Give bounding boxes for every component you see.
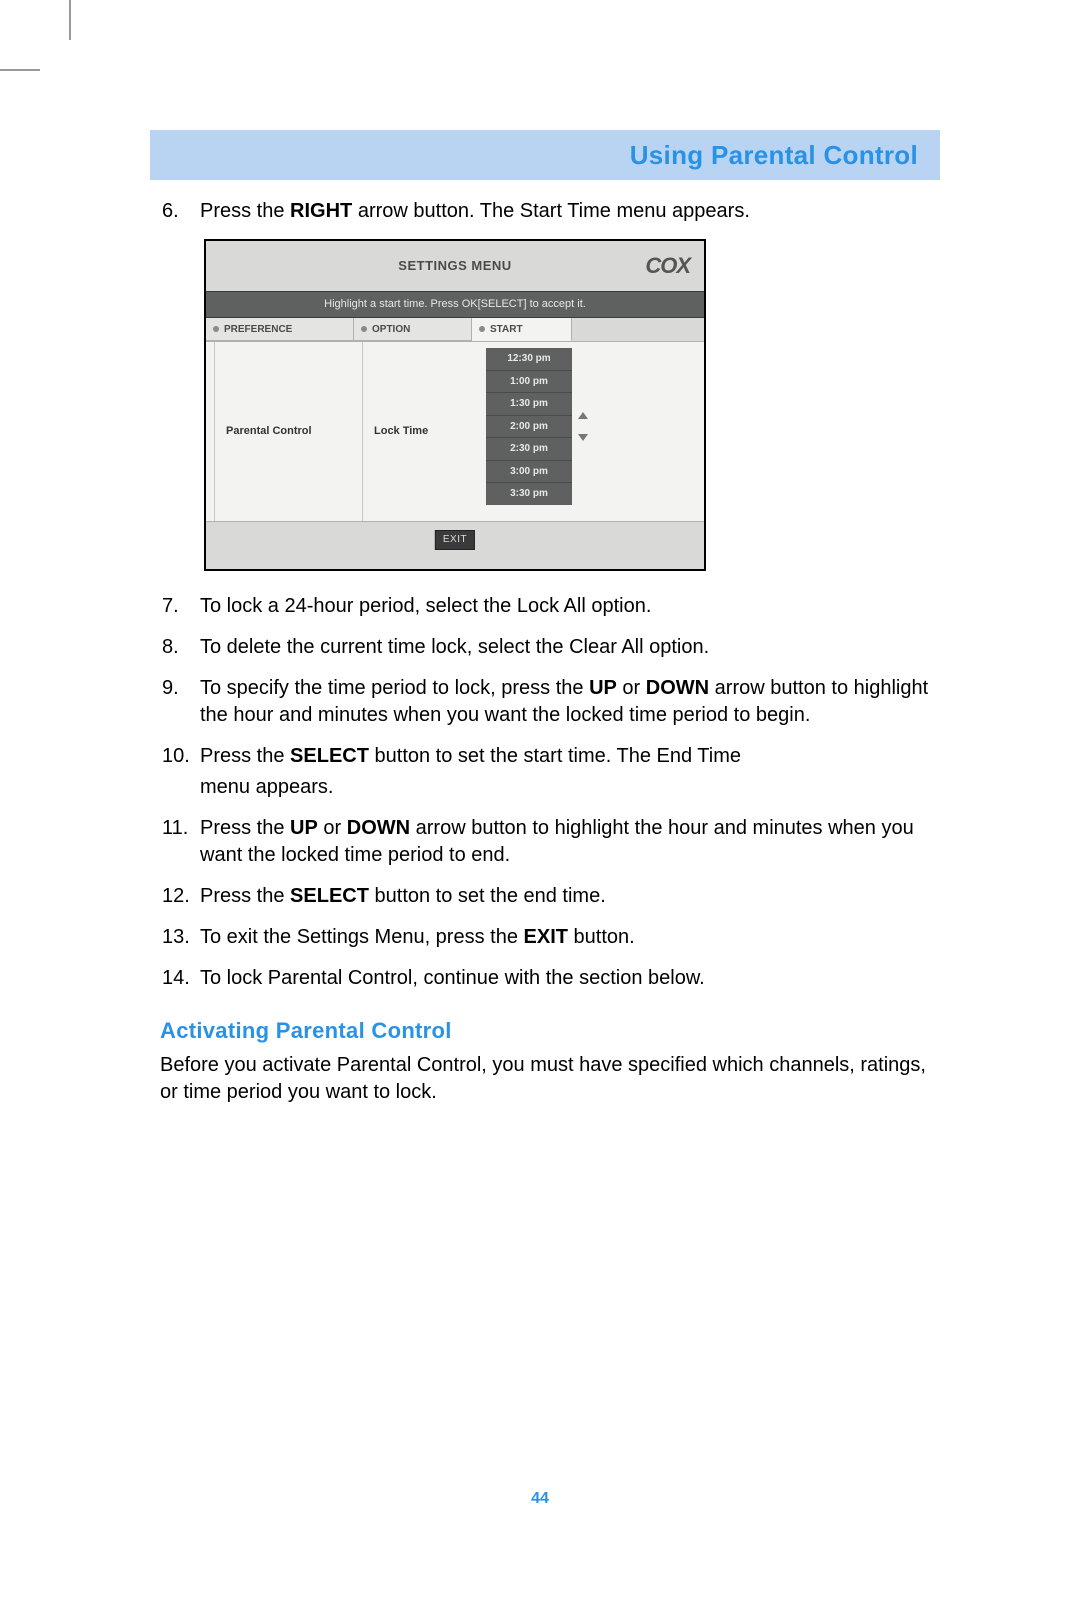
steps-list-top: 6. Press the RIGHT arrow button. The Sta… — [160, 198, 930, 225]
settings-menu-hint: Highlight a start time. Press OK[SELECT]… — [206, 291, 704, 318]
step-text: To lock Parental Control, continue with … — [200, 965, 930, 992]
step-12: 12. Press the SELECT button to set the e… — [160, 883, 930, 910]
section-body: Before you activate Parental Control, yo… — [160, 1052, 930, 1106]
step-number: 9. — [160, 675, 200, 729]
page-number: 44 — [0, 1490, 1080, 1508]
step-text: Press the RIGHT arrow button. The Start … — [200, 198, 930, 225]
time-option: 1:00 pm — [486, 371, 572, 394]
exit-button-label: EXIT — [435, 530, 475, 550]
crop-mark-vertical — [69, 0, 71, 40]
settings-menu-title: SETTINGS MENU — [398, 257, 511, 275]
step-text: To exit the Settings Menu, press the EXI… — [200, 924, 930, 951]
settings-menu-frame: SETTINGS MENU COX Highlight a start time… — [204, 239, 706, 571]
step-6: 6. Press the RIGHT arrow button. The Sta… — [160, 198, 930, 225]
step-number: 7. — [160, 593, 200, 620]
step-13: 13. To exit the Settings Menu, press the… — [160, 924, 930, 951]
step-number: 14. — [160, 965, 200, 992]
scroll-down-icon — [578, 434, 588, 441]
settings-menu-tabs: PREFERENCE OPTION START — [206, 318, 704, 342]
section-heading: Activating Parental Control — [160, 1016, 930, 1046]
settings-menu-header: SETTINGS MENU COX — [206, 241, 704, 291]
scroll-up-icon — [578, 412, 588, 419]
tab-preference: PREFERENCE — [206, 318, 354, 342]
step-text: Press the UP or DOWN arrow button to hig… — [200, 815, 930, 869]
time-option: 2:30 pm — [486, 438, 572, 461]
step-number: 10. — [160, 743, 200, 801]
cox-logo: COX — [645, 251, 690, 281]
step-10: 10. Press the SELECT button to set the s… — [160, 743, 930, 801]
page-content: Using Parental Control 6. Press the RIGH… — [150, 130, 940, 1106]
option-value: Lock Time — [374, 424, 428, 439]
time-option: 12:30 pm — [486, 348, 572, 371]
start-time-list: 12:30 pm 1:00 pm 1:30 pm 2:00 pm 2:30 pm… — [486, 348, 572, 505]
time-option: 1:30 pm — [486, 393, 572, 416]
step-number: 8. — [160, 634, 200, 661]
settings-menu-body: Parental Control Lock Time 12:30 pm 1:00… — [206, 341, 704, 521]
step-number: 11. — [160, 815, 200, 869]
step-text: Press the SELECT button to set the end t… — [200, 883, 930, 910]
step-11: 11. Press the UP or DOWN arrow button to… — [160, 815, 930, 869]
step-14: 14. To lock Parental Control, continue w… — [160, 965, 930, 992]
crop-mark-horizontal — [0, 69, 40, 71]
step-number: 6. — [160, 198, 200, 225]
step-text: To specify the time period to lock, pres… — [200, 675, 930, 729]
settings-menu-footer: EXIT — [206, 521, 704, 569]
step-number: 13. — [160, 924, 200, 951]
step-text: Press the SELECT button to set the start… — [200, 743, 930, 801]
settings-menu-screenshot: SETTINGS MENU COX Highlight a start time… — [204, 239, 930, 571]
step-text: To delete the current time lock, select … — [200, 634, 930, 661]
step-number: 12. — [160, 883, 200, 910]
body-content: 6. Press the RIGHT arrow button. The Sta… — [150, 180, 940, 1106]
step-8: 8. To delete the current time lock, sele… — [160, 634, 930, 661]
step-9: 9. To specify the time period to lock, p… — [160, 675, 930, 729]
time-option: 2:00 pm — [486, 416, 572, 439]
divider-line — [362, 342, 363, 521]
time-option: 3:00 pm — [486, 461, 572, 484]
step-7: 7. To lock a 24-hour period, select the … — [160, 593, 930, 620]
tab-option: OPTION — [354, 318, 472, 342]
tab-start: START — [472, 318, 572, 342]
page-banner: Using Parental Control — [150, 130, 940, 180]
pref-value: Parental Control — [226, 424, 312, 439]
divider-line — [214, 342, 215, 521]
steps-list-rest: 7. To lock a 24-hour period, select the … — [160, 593, 930, 992]
step-text: To lock a 24-hour period, select the Loc… — [200, 593, 930, 620]
banner-title: Using Parental Control — [630, 140, 918, 171]
time-option: 3:30 pm — [486, 483, 572, 505]
